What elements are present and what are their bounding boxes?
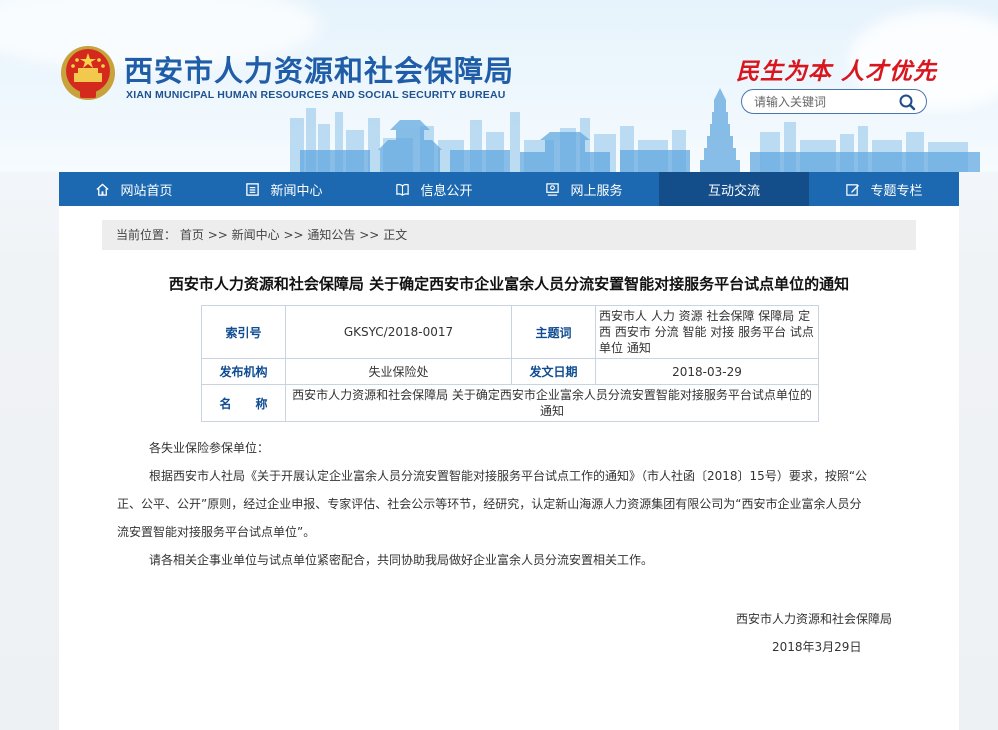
meta-label-date: 发文日期 xyxy=(511,358,596,385)
nav-item-interaction[interactable]: 互动交流 xyxy=(659,172,809,206)
home-icon xyxy=(96,182,110,196)
nav-item-special-topics[interactable]: 专题专栏 xyxy=(809,172,959,206)
nav-item-home[interactable]: 网站首页 xyxy=(59,172,209,206)
national-emblem-logo xyxy=(61,46,115,100)
search-input[interactable] xyxy=(754,93,894,110)
news-icon xyxy=(246,182,260,196)
nav-item-label: 网站首页 xyxy=(120,183,173,199)
search-icon[interactable] xyxy=(898,93,916,111)
meta-label-index: 索引号 xyxy=(201,305,286,359)
nav-item-label: 互动交流 xyxy=(707,183,760,199)
site-subtitle: XIAN MUNICIPAL HUMAN RESOURCES AND SOCIA… xyxy=(126,89,506,101)
article-title: 西安市人力资源和社会保障局 关于确定西安市企业富余人员分流安置智能对接服务平台试… xyxy=(168,275,850,293)
paragraph-1-line-2: 正、公平、公开”原则，经过企业申报、专家评估、社会公示等环节，经研究，认定新山海… xyxy=(117,497,862,511)
breadcrumb-separator: >> xyxy=(359,228,380,242)
nav-item-label: 信息公开 xyxy=(420,183,473,199)
meta-value-index: GKSYC/2018-0017 xyxy=(285,305,512,359)
meta-value-name: 西安市人力资源和社会保障局 关于确定西安市企业富余人员分流安置智能对接服务平台试… xyxy=(285,384,819,422)
nav-item-news[interactable]: 新闻中心 xyxy=(209,172,359,206)
breadcrumb: 当前位置： 首页 >> 新闻中心 >> 通知公告 >> 正文 xyxy=(102,220,916,250)
breadcrumb-separator: >> xyxy=(207,228,228,242)
site-title: 西安市人力资源和社会保障局 xyxy=(124,54,515,88)
document-meta-table: 索引号 GKSYC/2018-0017 主题词 西安市人 人力 资源 社会保障 … xyxy=(201,305,819,422)
breadcrumb-prefix: 当前位置： xyxy=(116,228,177,242)
breadcrumb-link-home[interactable]: 首页 xyxy=(180,228,204,242)
meta-value-date: 2018-03-29 xyxy=(595,358,819,385)
book-icon xyxy=(396,183,410,196)
letter-greeting: 各失业保险参保单位： xyxy=(149,441,270,455)
paragraph-2: 请各相关企事业单位与试点单位紧密配合，共同协助我局做好企业富余人员分流安置相关工… xyxy=(149,553,654,567)
signature-organization: 西安市人力资源和社会保障局 xyxy=(736,612,893,626)
breadcrumb-separator: >> xyxy=(283,228,304,242)
edit-icon xyxy=(846,183,860,196)
nav-item-label: 新闻中心 xyxy=(270,183,323,199)
article-container: 当前位置： 首页 >> 新闻中心 >> 通知公告 >> 正文 西安市人力资源和社… xyxy=(59,206,959,730)
nav-item-info-disclosure[interactable]: 信息公开 xyxy=(359,172,509,206)
meta-value-issuer: 失业保险处 xyxy=(285,358,512,385)
meta-label-subject: 主题词 xyxy=(511,305,596,359)
search-box xyxy=(741,89,927,114)
main-navigation: 网站首页 新闻中心 信息公开 网上服务 互动交流 专题专栏 xyxy=(59,172,959,206)
signature-date: 2018年3月29日 xyxy=(772,640,862,654)
breadcrumb-link-body[interactable]: 正文 xyxy=(383,228,407,242)
meta-label-issuer: 发布机构 xyxy=(201,358,286,385)
service-icon xyxy=(546,182,560,196)
breadcrumb-link-news[interactable]: 新闻中心 xyxy=(232,228,280,242)
header-banner: 西安市人力资源和社会保障局 XIAN MUNICIPAL HUMAN RESOU… xyxy=(0,0,998,172)
paragraph-1-line-1: 根据西安市人社局《关于开展认定企业富余人员分流安置智能对接服务平台试点工作的通知… xyxy=(149,469,868,483)
nav-item-label: 网上服务 xyxy=(570,183,623,199)
breadcrumb-link-notices[interactable]: 通知公告 xyxy=(307,228,355,242)
nav-item-label: 专题专栏 xyxy=(870,183,923,199)
nav-item-online-service[interactable]: 网上服务 xyxy=(509,172,659,206)
paragraph-1-line-3: 流安置智能对接服务平台试点单位”。 xyxy=(117,525,316,539)
meta-value-subject: 西安市人 人力 资源 社会保障 保障局 定西 西安市 分流 智能 对接 服务平台… xyxy=(595,305,819,359)
slogan: 民生为本 人才优先 xyxy=(736,58,938,85)
meta-label-name: 名 称 xyxy=(201,384,286,422)
